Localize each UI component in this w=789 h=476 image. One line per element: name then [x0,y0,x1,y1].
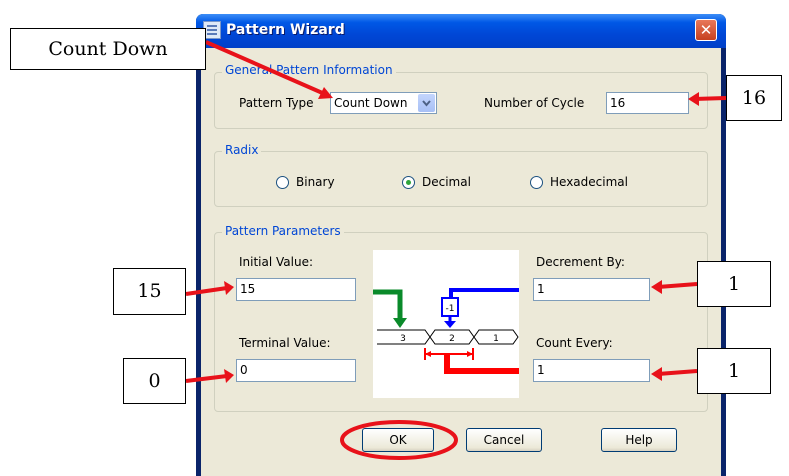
callout-initial-value: 15 [113,268,186,315]
callout-count-every: 1 [697,348,771,394]
callout-pattern-type: Count Down [10,28,206,70]
callout-terminal-value: 0 [123,358,186,404]
callout-number-of-cycle: 16 [726,75,782,121]
annotation-arrows [185,40,727,460]
callout-decrement-by: 1 [697,261,771,307]
